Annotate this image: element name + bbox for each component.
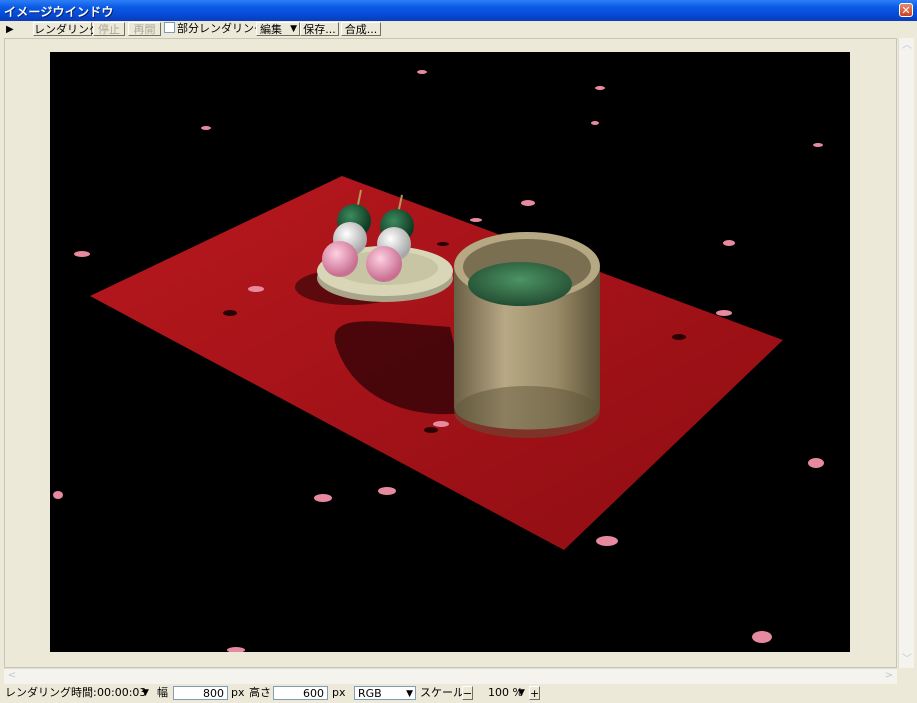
vertical-scrollbar[interactable]: ︿ ﹀ bbox=[898, 38, 914, 668]
save-button[interactable]: 保存... bbox=[300, 22, 339, 36]
width-input[interactable]: 800 bbox=[173, 686, 228, 700]
color-mode-select[interactable]: RGB ▼ bbox=[354, 686, 416, 700]
edit-menu-button[interactable]: 編集 ▼ bbox=[256, 22, 300, 36]
composite-button[interactable]: 合成... bbox=[341, 22, 381, 36]
chevron-down-icon: ▼ bbox=[406, 689, 413, 699]
petal bbox=[248, 286, 264, 292]
tea-surface bbox=[468, 262, 572, 306]
scale-label: スケール bbox=[420, 686, 464, 699]
resume-button[interactable]: 再開 bbox=[128, 22, 161, 36]
partial-render-label: 部分レンダリング bbox=[177, 22, 265, 35]
petal bbox=[53, 491, 63, 499]
window-title: イメージウインドウ bbox=[4, 5, 114, 19]
petal bbox=[595, 86, 605, 90]
horizontal-scrollbar[interactable]: < > bbox=[4, 668, 897, 684]
color-mode-value: RGB bbox=[358, 687, 382, 700]
close-button[interactable]: ✕ bbox=[899, 3, 913, 17]
petal bbox=[752, 631, 772, 643]
width-label: 幅 bbox=[157, 686, 168, 699]
height-label: 高さ bbox=[249, 686, 271, 699]
width-unit: px bbox=[231, 686, 245, 699]
render-scene bbox=[53, 70, 824, 653]
petal bbox=[521, 200, 535, 206]
title-bar: イメージウインドウ ✕ bbox=[0, 0, 917, 21]
petal bbox=[378, 487, 396, 495]
scale-minus-button[interactable]: − bbox=[462, 686, 473, 700]
status-bar: レンダリング時間: 00:00:03 ▼ 幅 800 px 高さ 600 px … bbox=[0, 684, 917, 703]
render-time-dropdown-icon[interactable]: ▼ bbox=[142, 686, 149, 700]
dango-pink-right bbox=[366, 246, 402, 282]
stop-button[interactable]: 停止 bbox=[93, 22, 125, 36]
close-icon: ✕ bbox=[901, 4, 911, 17]
petal-shadow bbox=[223, 310, 237, 316]
toolbar: ▶ レンダリング 停止 再開 部分レンダリング 編集 ▼ 保存... 合成... bbox=[0, 21, 917, 38]
dango-pink-left bbox=[322, 241, 358, 277]
height-input[interactable]: 600 bbox=[273, 686, 328, 700]
petal bbox=[227, 647, 245, 653]
chevron-down-icon: ▼ bbox=[290, 24, 297, 34]
scroll-right-icon[interactable]: > bbox=[882, 669, 896, 683]
petal-shadow bbox=[672, 334, 686, 340]
petal bbox=[813, 143, 823, 147]
petal bbox=[314, 494, 332, 502]
play-icon[interactable]: ▶ bbox=[6, 23, 14, 37]
scale-plus-button[interactable]: + bbox=[529, 686, 540, 700]
petal bbox=[470, 218, 482, 222]
height-unit: px bbox=[332, 686, 346, 699]
petal-shadow bbox=[424, 427, 438, 433]
scroll-left-icon[interactable]: < bbox=[5, 669, 19, 683]
render-time-label: レンダリング時間: bbox=[5, 686, 97, 699]
render-button[interactable]: レンダリング bbox=[33, 22, 100, 36]
partial-render-checkbox[interactable]: 部分レンダリング bbox=[164, 22, 265, 36]
petal bbox=[433, 421, 449, 427]
petal bbox=[417, 70, 427, 74]
checkbox-icon[interactable] bbox=[164, 22, 175, 33]
petal bbox=[591, 121, 599, 125]
petal bbox=[201, 126, 211, 130]
cup-bottom bbox=[454, 386, 600, 438]
edit-label: 編集 bbox=[260, 23, 282, 36]
scroll-up-icon[interactable]: ︿ bbox=[900, 39, 914, 53]
render-time-value: 00:00:03 bbox=[97, 686, 147, 699]
petal bbox=[74, 251, 90, 257]
petal bbox=[596, 536, 618, 546]
petal bbox=[723, 240, 735, 246]
scale-dropdown-icon[interactable]: ▼ bbox=[518, 686, 525, 700]
petal bbox=[808, 458, 824, 468]
scroll-down-icon[interactable]: ﹀ bbox=[900, 653, 914, 667]
rendered-image bbox=[50, 52, 850, 653]
petal bbox=[716, 310, 732, 316]
petal-shadow bbox=[437, 242, 449, 246]
